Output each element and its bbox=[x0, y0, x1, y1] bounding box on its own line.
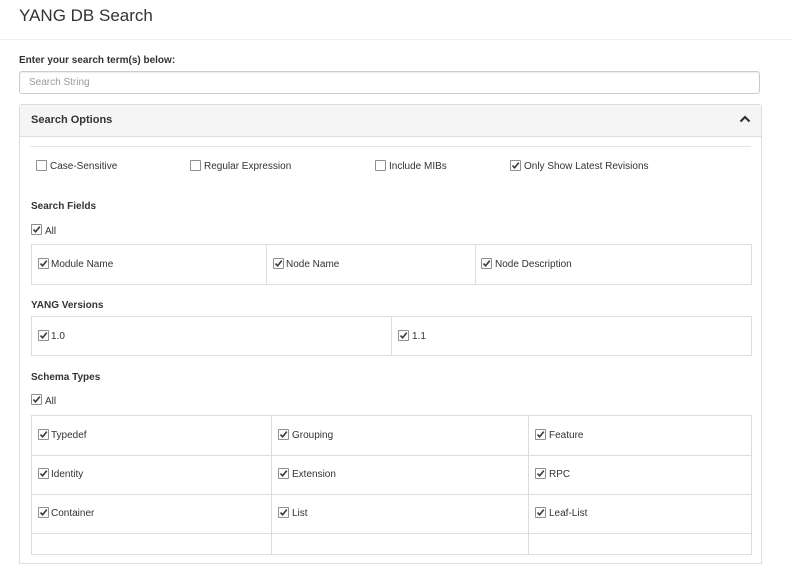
list-label: List bbox=[292, 508, 308, 519]
list-checkbox[interactable] bbox=[278, 507, 289, 518]
container-label: Container bbox=[51, 508, 95, 519]
case-sensitive-checkbox[interactable] bbox=[36, 160, 47, 171]
search-fields-all-label: All bbox=[45, 226, 57, 237]
latest-revisions-label: Only Show Latest Revisions bbox=[524, 161, 649, 172]
options-divider bbox=[30, 146, 751, 147]
include-mibs-label: Include MIBs bbox=[389, 161, 447, 172]
checkmark-icon bbox=[482, 260, 491, 268]
identity-label: Identity bbox=[51, 469, 84, 480]
case-sensitive-label: Case-Sensitive bbox=[50, 161, 118, 172]
checkmark-icon bbox=[279, 470, 288, 478]
search-label: Enter your search term(s) below: bbox=[19, 55, 176, 66]
yang-1-0-checkbox[interactable] bbox=[38, 330, 49, 341]
checkmark-icon bbox=[274, 260, 283, 268]
schema-types-title: Schema Types bbox=[31, 372, 101, 383]
extension-label: Extension bbox=[292, 469, 336, 480]
yang-1-1-checkbox[interactable] bbox=[398, 330, 409, 341]
leaf-list-label: Leaf-List bbox=[549, 508, 588, 519]
node-name-label: Node Name bbox=[286, 259, 340, 270]
yang-versions-grid: 1.0 1.1 bbox=[31, 316, 752, 356]
yang-1-1-label: 1.1 bbox=[412, 331, 426, 342]
chevron-up-icon[interactable] bbox=[739, 114, 751, 124]
search-input[interactable] bbox=[19, 71, 760, 94]
search-options-panel: Search Options Case-Sensitive Regular Ex… bbox=[19, 104, 762, 564]
checkmark-icon bbox=[511, 162, 520, 170]
panel-title: Search Options bbox=[31, 114, 113, 126]
node-name-checkbox[interactable] bbox=[273, 258, 284, 269]
page-title: YANG DB Search bbox=[19, 6, 153, 25]
checkmark-icon bbox=[399, 332, 408, 340]
typedef-label: Typedef bbox=[51, 430, 87, 441]
extension-checkbox[interactable] bbox=[278, 468, 289, 479]
title-divider bbox=[0, 39, 791, 40]
checkmark-icon bbox=[32, 226, 41, 234]
node-description-label: Node Description bbox=[495, 259, 572, 270]
feature-checkbox[interactable] bbox=[535, 429, 546, 440]
node-description-checkbox[interactable] bbox=[481, 258, 492, 269]
checkmark-icon bbox=[39, 431, 48, 439]
rpc-checkbox[interactable] bbox=[535, 468, 546, 479]
identity-checkbox[interactable] bbox=[38, 468, 49, 479]
checkmark-icon bbox=[536, 470, 545, 478]
latest-revisions-checkbox[interactable] bbox=[510, 160, 521, 171]
module-name-label: Module Name bbox=[51, 259, 114, 270]
leaf-list-checkbox[interactable] bbox=[535, 507, 546, 518]
checkmark-icon bbox=[39, 509, 48, 517]
typedef-checkbox[interactable] bbox=[38, 429, 49, 440]
module-name-checkbox[interactable] bbox=[38, 258, 49, 269]
schema-types-all-label: All bbox=[45, 396, 57, 407]
regular-expression-checkbox[interactable] bbox=[190, 160, 201, 171]
regular-expression-label: Regular Expression bbox=[204, 161, 292, 172]
checkmark-icon bbox=[536, 431, 545, 439]
checkmark-icon bbox=[279, 431, 288, 439]
checkmark-icon bbox=[279, 509, 288, 517]
search-options-heading[interactable]: Search Options bbox=[20, 105, 761, 137]
rpc-label: RPC bbox=[549, 469, 571, 480]
checkmark-icon bbox=[39, 260, 48, 268]
include-mibs-checkbox[interactable] bbox=[375, 160, 386, 171]
container-checkbox[interactable] bbox=[38, 507, 49, 518]
grouping-checkbox[interactable] bbox=[278, 429, 289, 440]
schema-types-grid: Typedef Grouping Feature Identity Extens… bbox=[31, 415, 752, 555]
schema-types-all-checkbox[interactable] bbox=[31, 394, 42, 405]
feature-label: Feature bbox=[549, 430, 584, 441]
yang-versions-title: YANG Versions bbox=[31, 300, 104, 311]
search-fields-grid: Module Name Node Name Node Description bbox=[31, 244, 752, 285]
checkmark-icon bbox=[536, 509, 545, 517]
checkmark-icon bbox=[39, 470, 48, 478]
search-fields-title: Search Fields bbox=[31, 201, 97, 212]
checkmark-icon bbox=[39, 332, 48, 340]
checkmark-icon bbox=[32, 396, 41, 404]
yang-1-0-label: 1.0 bbox=[51, 331, 65, 342]
search-fields-all-checkbox[interactable] bbox=[31, 224, 42, 235]
grouping-label: Grouping bbox=[292, 430, 334, 441]
